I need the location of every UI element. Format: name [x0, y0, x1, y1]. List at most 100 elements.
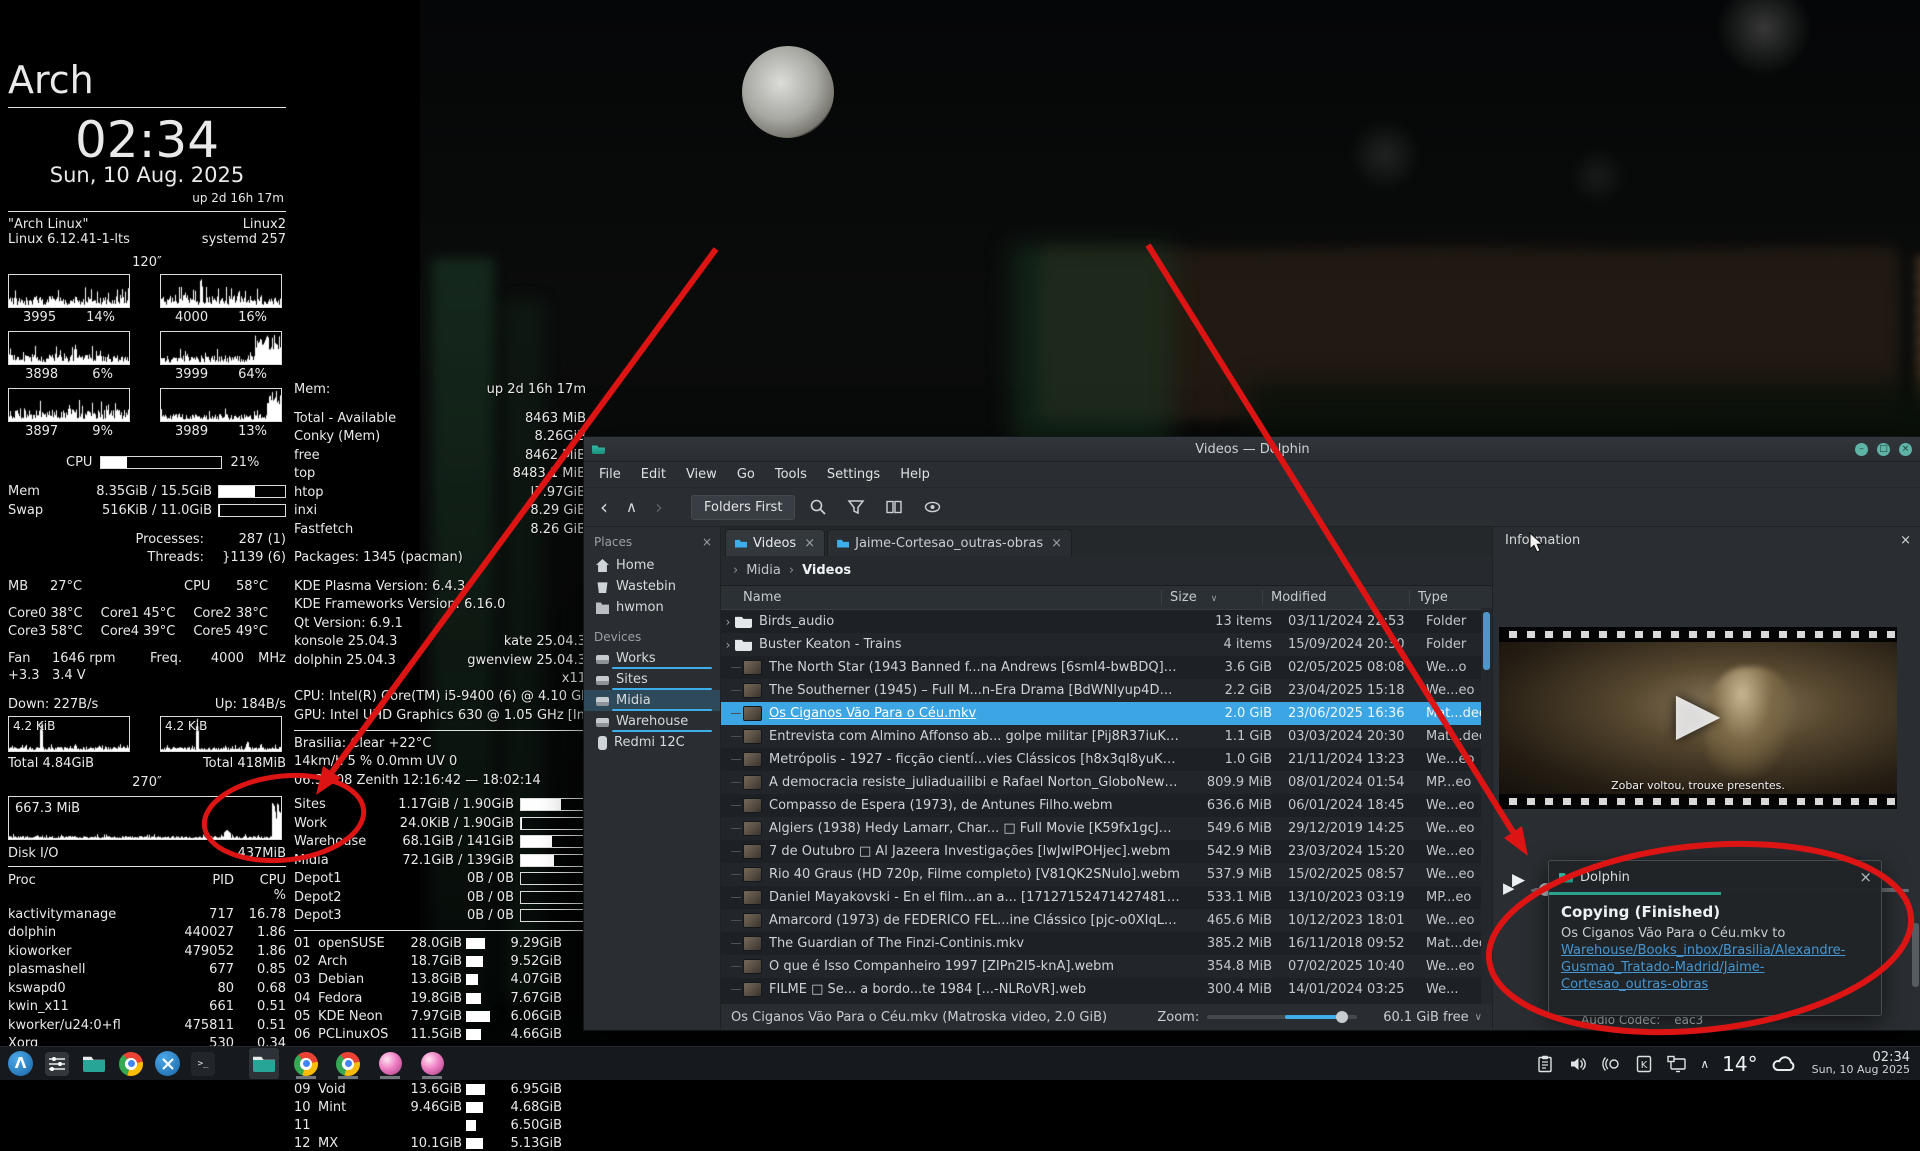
- forward-button[interactable]: ›: [649, 497, 669, 517]
- app-launcher-icon[interactable]: Λ: [8, 1051, 33, 1076]
- file-list-scrollbar[interactable]: [1481, 608, 1492, 1004]
- breadcrumb-item[interactable]: Midia: [746, 563, 781, 578]
- back-button[interactable]: ‹: [594, 497, 614, 517]
- file-row[interactable]: Daniel Mayakovski - En el film...an a...…: [721, 886, 1492, 909]
- task-media-app[interactable]: [375, 1048, 405, 1079]
- file-row[interactable]: Rio 40 Graus (HD 720p, Filme completo) […: [721, 863, 1492, 886]
- chrome-launcher-icon[interactable]: [119, 1052, 143, 1076]
- information-close-icon[interactable]: ×: [1900, 533, 1911, 548]
- expander-icon[interactable]: ›: [721, 638, 735, 652]
- maximize-button[interactable]: □: [1877, 443, 1890, 456]
- task-media-app[interactable]: [417, 1048, 447, 1079]
- display-tray-icon[interactable]: [1667, 1054, 1687, 1074]
- places-close-icon[interactable]: ×: [702, 535, 712, 549]
- device-label: Midia: [616, 693, 651, 708]
- weather-cloud-icon[interactable]: [1771, 1054, 1799, 1074]
- column-name[interactable]: Name: [721, 590, 1161, 605]
- conky-system-monitor-left: Arch 02:34 Sun, 10 Aug. 2025 up 2d 16h 1…: [8, 58, 286, 1065]
- video-preview-thumbnail[interactable]: ▶ Zobar voltou, trouxe presentes.: [1499, 627, 1897, 809]
- mount-name: Depot3: [294, 908, 374, 923]
- device-item-works[interactable]: Works: [584, 648, 720, 669]
- zoom-slider[interactable]: [1207, 1015, 1357, 1019]
- close-button[interactable]: ×: [1899, 443, 1912, 456]
- file-row[interactable]: O que é Isso Companheiro 1997 [ZIPn2I5-k…: [721, 955, 1492, 978]
- file-row[interactable]: 7 de Outubro □ Al Jazeera Investigações …: [721, 840, 1492, 863]
- audio-mixer-icon[interactable]: [44, 1051, 70, 1077]
- file-row[interactable]: Metrópolis - 1927 - ficção cientí...vies…: [721, 748, 1492, 771]
- file-row[interactable]: Compasso de Espera (1973), de Antunes Fi…: [721, 794, 1492, 817]
- device-item-sites[interactable]: Sites: [584, 669, 720, 690]
- notification-destination-link[interactable]: Warehouse/Books_inbox/Brasilia/Alexandre…: [1561, 943, 1845, 992]
- file-row[interactable]: The Southerner (1945) – Full M...n-Era D…: [721, 679, 1492, 702]
- night-color-tray-icon[interactable]: [1601, 1054, 1621, 1074]
- file-row[interactable]: Entrevista com Almino Affonso ab... golp…: [721, 725, 1492, 748]
- clipboard-tray-icon[interactable]: [1535, 1054, 1555, 1074]
- file-row[interactable]: ›Birds_audio13 items03/11/2024 22:53Fold…: [721, 610, 1492, 633]
- menu-edit[interactable]: Edit: [632, 465, 675, 484]
- menu-go[interactable]: Go: [728, 465, 764, 484]
- distro-number: 01: [294, 936, 318, 951]
- file-row[interactable]: Os Ciganos Vão Para o Céu.mkv2.0 GiB23/0…: [721, 702, 1492, 725]
- place-item-home[interactable]: Home: [584, 555, 720, 576]
- menu-settings[interactable]: Settings: [818, 465, 889, 484]
- info-panel-scrollbar[interactable]: [1912, 923, 1919, 987]
- file-row[interactable]: FILME □ Se... a bordo...te 1984 [...-NLR…: [721, 978, 1492, 1001]
- tab-videos[interactable]: Videos×: [725, 529, 825, 556]
- proc-col-percent: %: [8, 888, 286, 903]
- task-chrome[interactable]: [291, 1048, 321, 1079]
- file-name: Metrópolis - 1927 - ficção cientí...vies…: [769, 752, 1188, 767]
- column-type[interactable]: Type: [1409, 590, 1492, 605]
- weather-temperature[interactable]: 14°: [1722, 1052, 1757, 1076]
- file-manager-launcher-icon[interactable]: [81, 1051, 107, 1077]
- titlebar[interactable]: Videos — Dolphin – □ ×: [584, 437, 1920, 462]
- tab-close-icon[interactable]: ×: [1051, 536, 1062, 551]
- process-row: kactivitymanage71716.78: [8, 907, 286, 922]
- folders-first-button[interactable]: Folders First: [691, 495, 795, 520]
- notification-close-icon[interactable]: ×: [1859, 868, 1872, 886]
- filter-icon[interactable]: [841, 493, 871, 521]
- menu-tools[interactable]: Tools: [766, 465, 816, 484]
- play-button-small[interactable]: ▶: [1512, 870, 1525, 890]
- play-overlay-icon[interactable]: ▶: [1499, 679, 1897, 747]
- column-modified[interactable]: Modified: [1262, 590, 1409, 605]
- memory-tool: inxi: [294, 503, 530, 518]
- tab-jaime-cortesao-outras-obras[interactable]: Jaime-Cortesao_outras-obras×: [827, 529, 1072, 556]
- file-row[interactable]: The North Star (1943 Banned f...na Andre…: [721, 656, 1492, 679]
- toolbar: ‹ ∧ › Folders First: [584, 488, 1920, 527]
- mount-row: Warehouse68.1GiB / 141GiB: [294, 834, 586, 849]
- preview-eye-icon[interactable]: [917, 493, 947, 521]
- file-row[interactable]: A democracia resiste_juliaduailibi e Raf…: [721, 771, 1492, 794]
- menu-help[interactable]: Help: [891, 465, 939, 484]
- taskbar-clock[interactable]: 02:34 Sun, 10 Aug 2025: [1812, 1052, 1910, 1076]
- file-row[interactable]: ›Buster Keaton - Trains4 items15/09/2024…: [721, 633, 1492, 656]
- column-size[interactable]: Size∨: [1161, 590, 1262, 605]
- task-chrome[interactable]: [333, 1048, 363, 1079]
- system-settings-icon[interactable]: [155, 1051, 180, 1076]
- split-view-icon[interactable]: [879, 493, 909, 521]
- mount-usage: 68.1GiB / 141GiB: [380, 834, 514, 849]
- minimize-button[interactable]: –: [1855, 443, 1868, 456]
- task-dolphin[interactable]: [249, 1048, 279, 1079]
- file-row[interactable]: Algiers (1938) Hedy Lamarr, Char... □ Fu…: [721, 817, 1492, 840]
- device-item-warehouse[interactable]: Warehouse: [584, 711, 720, 732]
- menu-file[interactable]: File: [590, 465, 630, 484]
- file-row[interactable]: The Guardian of The Finzi-Continis.mkv38…: [721, 932, 1492, 955]
- up-button[interactable]: ∧: [620, 497, 643, 517]
- devices-header: Devices: [584, 618, 720, 648]
- search-icon[interactable]: [803, 493, 833, 521]
- notification-popup: Dolphin × Copying (Finished) Os Ciganos …: [1548, 860, 1882, 1016]
- tab-close-icon[interactable]: ×: [804, 536, 815, 551]
- expander-icon[interactable]: ›: [721, 615, 735, 629]
- tray-expand-chevron-icon[interactable]: ∧: [1700, 1057, 1709, 1071]
- device-item-midia[interactable]: Midia: [584, 690, 720, 711]
- device-item-redmi-12c[interactable]: Redmi 12C: [584, 732, 720, 753]
- free-space-chevron-icon[interactable]: ∨: [1475, 1012, 1482, 1023]
- keepassxc-tray-icon[interactable]: K: [1634, 1054, 1654, 1074]
- breadcrumb-item[interactable]: Videos: [802, 563, 851, 578]
- file-row[interactable]: Amarcord (1973) de FEDERICO FEL...ine Cl…: [721, 909, 1492, 932]
- terminal-launcher-icon[interactable]: >_: [191, 1052, 215, 1076]
- menu-view[interactable]: View: [677, 465, 726, 484]
- volume-tray-icon[interactable]: [1568, 1054, 1588, 1074]
- place-item-wastebin[interactable]: Wastebin: [584, 576, 720, 597]
- place-item-hwmon[interactable]: hwmon: [584, 597, 720, 618]
